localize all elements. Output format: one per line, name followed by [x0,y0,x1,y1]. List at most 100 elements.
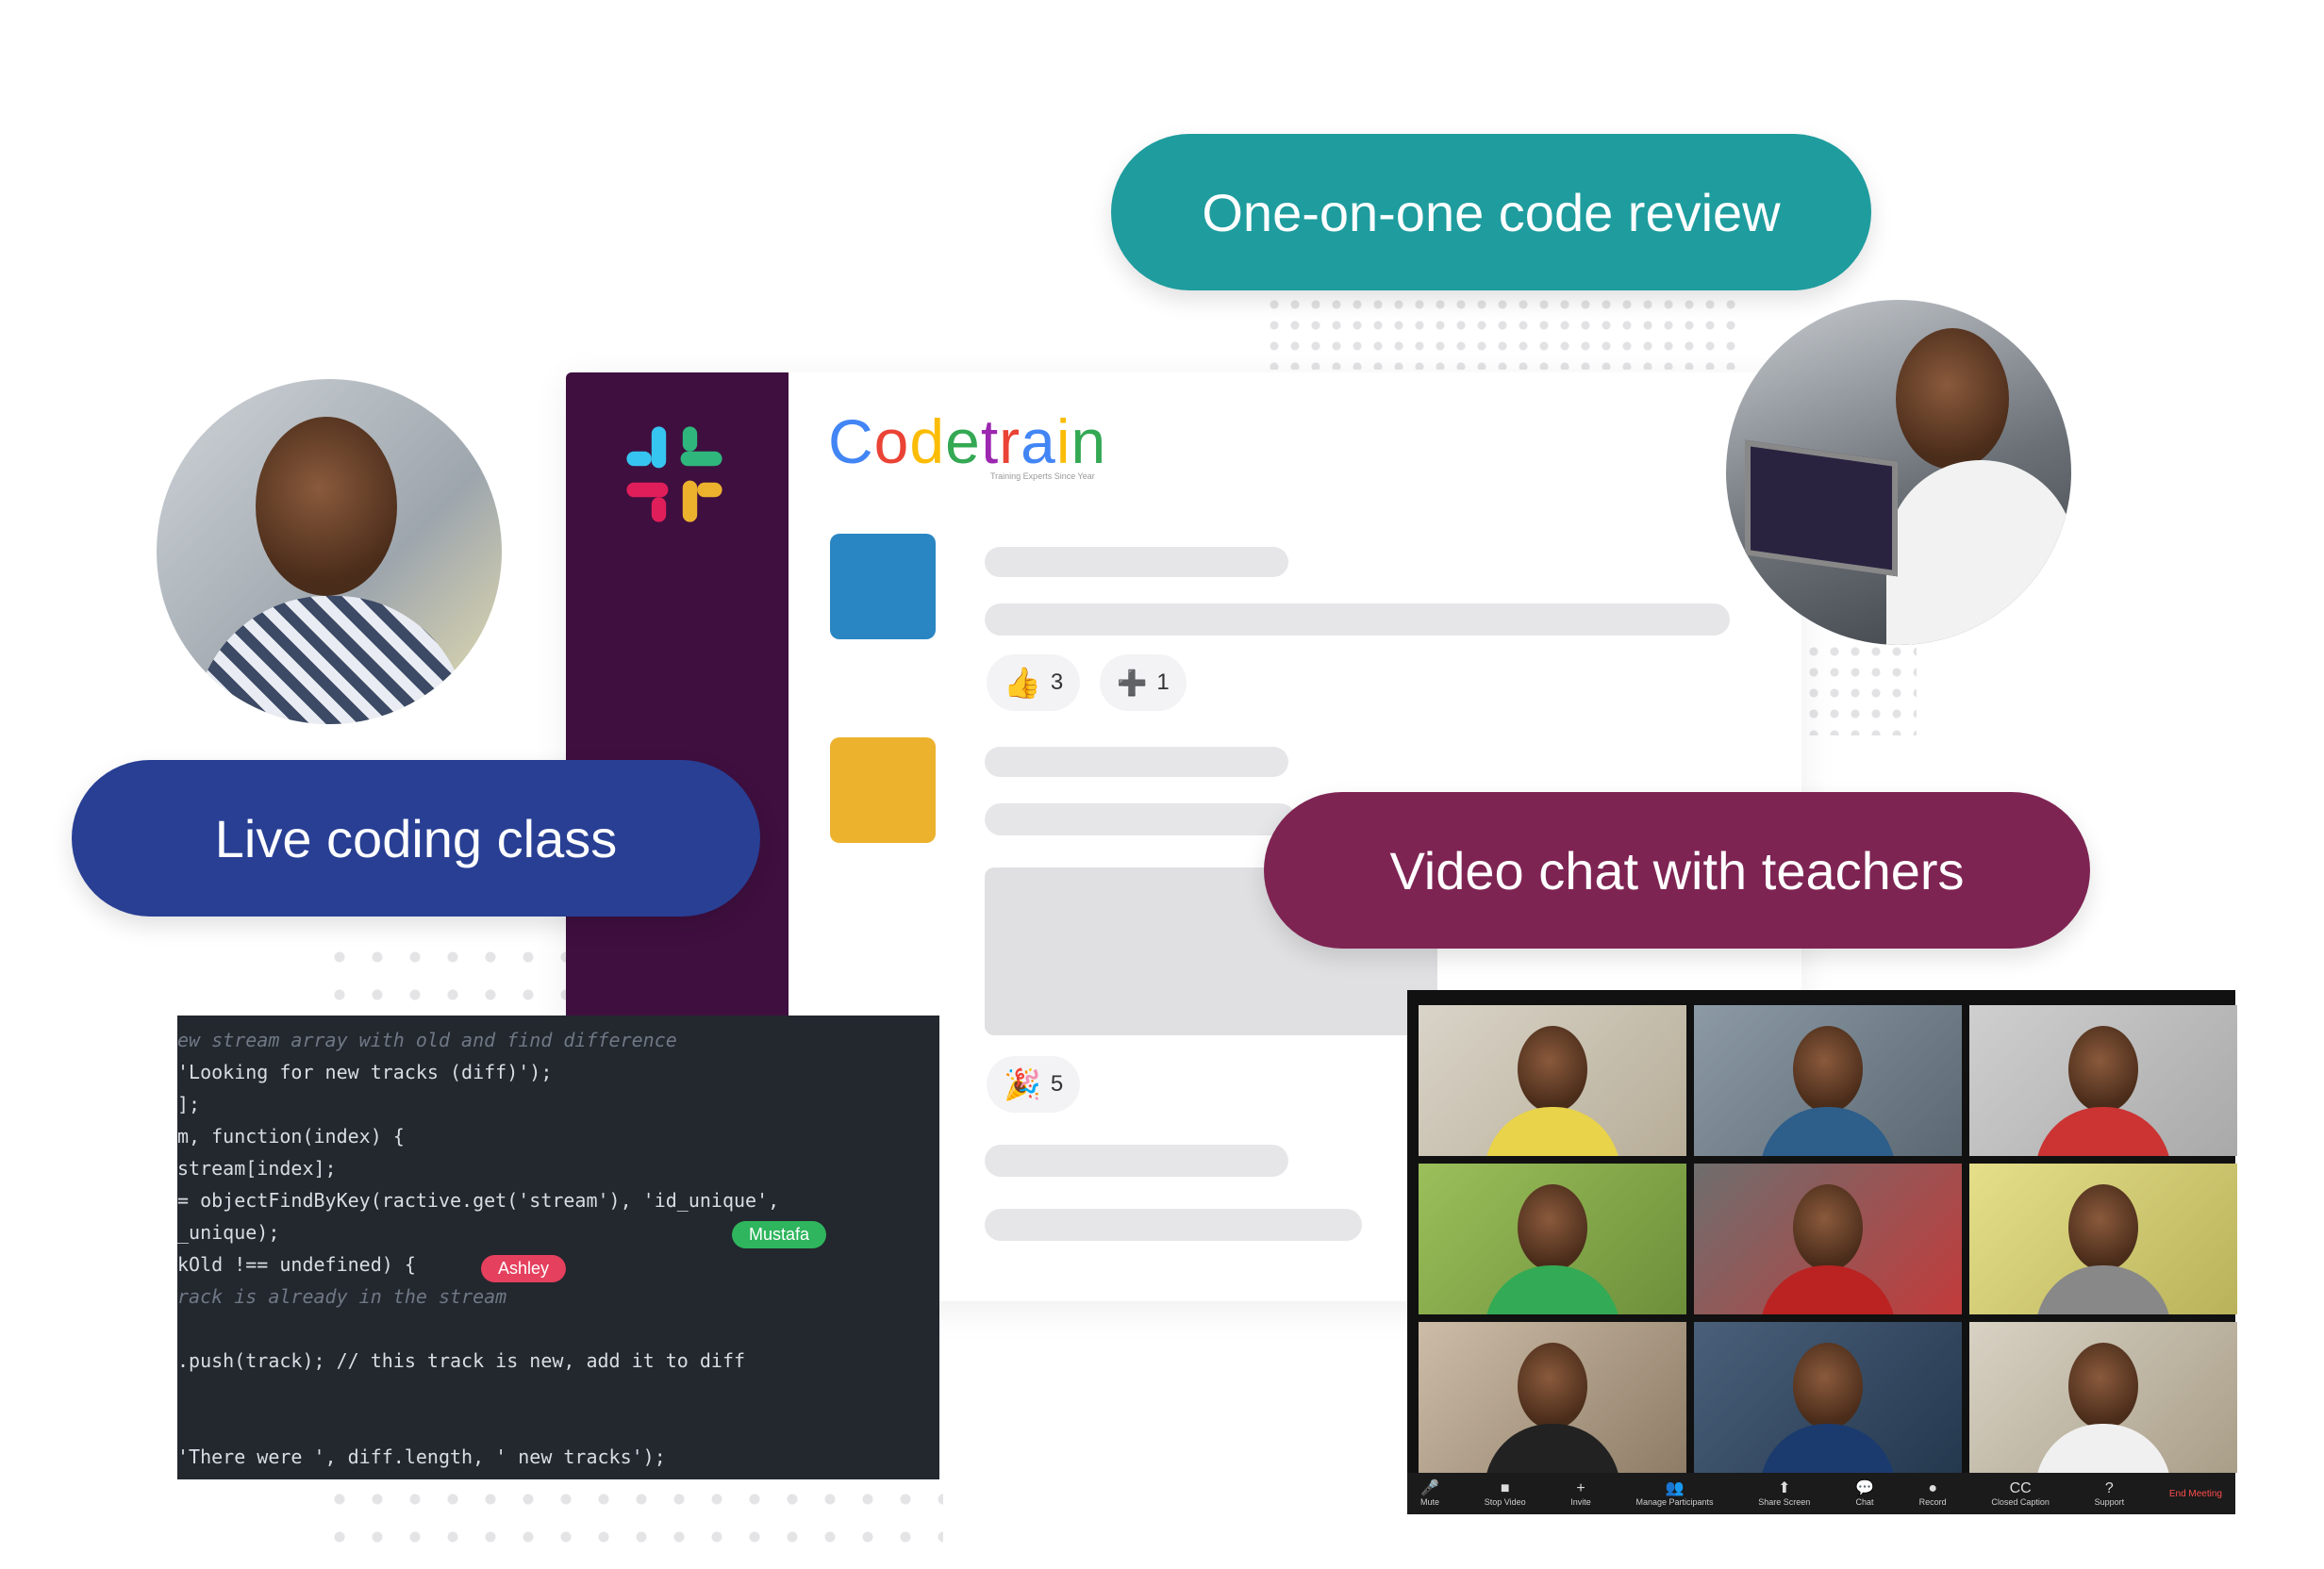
live-coding-pill: Live coding class [72,760,760,917]
message-text-placeholder [985,603,1730,636]
video-toolbar-label: Share Screen [1758,1497,1811,1507]
shirt-shape [1886,460,2071,645]
share-screen-icon: ⬆ [1778,1480,1791,1496]
brand-letter: n [1071,406,1107,476]
code-line: 'Looking for new tracks (diff)'); [177,1061,553,1083]
invite-icon: + [1576,1480,1585,1496]
participant-body [1760,1265,1896,1314]
reaction-thumbs-up[interactable]: 👍 3 [987,654,1081,711]
participant-body [1485,1265,1620,1314]
code-line: = objectFindByKey(ractive.get('stream'),… [177,1189,780,1212]
codetrain-tagline: Training Experts Since Year [990,471,1095,481]
brand-letter: i [1055,406,1071,476]
thumbs-up-icon: 👍 [1004,666,1041,700]
dot-pattern-bottom [321,1480,943,1565]
video-call-window: 🎤 Mute ■ Stop Video + Invite 👥 Manage Participa… [1407,990,2237,1514]
video-toolbar-button[interactable]: ⬆ Share Screen [1758,1480,1810,1507]
video-toolbar-button[interactable]: + Invite [1570,1480,1591,1507]
brand-letter: a [1021,406,1056,476]
participant-body [1485,1424,1620,1473]
participant-face [1793,1026,1863,1113]
video-toolbar-label: Record [1918,1497,1947,1507]
microphone-icon: 🎤 [1420,1480,1439,1496]
code-line: ]; [177,1093,201,1115]
video-toolbar-button[interactable]: CC Closed Caption [1991,1480,2050,1507]
student-photo [157,379,502,724]
code-line: ew stream array with old and find differ… [177,1029,677,1051]
slack-logo-icon [626,426,722,522]
message-author-placeholder [985,747,1288,777]
plus-icon: ➕ [1117,668,1148,697]
message-avatar [830,534,936,639]
code-line: 'There were ', diff.length, ' new tracks… [177,1445,666,1468]
dot-pattern-right [1803,641,1917,735]
participant-body [2035,1424,2171,1473]
face-shape [256,417,397,596]
code-review-pill: One-on-one code review [1111,134,1871,290]
record-icon: ● [1928,1480,1937,1496]
video-participant-tile [1419,1322,1686,1473]
participant-body [1760,1107,1896,1156]
video-participant-tile [1969,1322,2237,1473]
participant-face [1518,1184,1587,1271]
reaction-party[interactable]: 🎉 5 [987,1056,1081,1113]
brand-letter: t [980,406,1000,476]
video-chat-pill: Video chat with teachers [1264,792,2090,949]
laptop-shape [1745,439,1898,577]
end-meeting-button[interactable]: End Meeting [2169,1489,2222,1499]
message-text-placeholder [985,1209,1362,1241]
video-toolbar-button[interactable]: 🎤 Mute [1420,1480,1439,1507]
video-participant-tile [1694,1005,1962,1156]
code-line: rack is already in the stream [177,1285,507,1308]
video-toolbar-button[interactable]: ? Support [2095,1480,2125,1507]
brand-letter: r [999,406,1021,476]
collaborator-cursor-tag: Ashley [481,1255,567,1282]
participant-body [1760,1424,1896,1473]
video-call-toolbar: 🎤 Mute ■ Stop Video + Invite 👥 Manage Participa… [1407,1473,2235,1514]
message-text-placeholder [985,1145,1288,1177]
code-line: kOld !== undefined) { [177,1253,416,1276]
reaction-count: 3 [1050,669,1064,695]
camera-icon: ■ [1500,1480,1510,1496]
message-author-placeholder [985,547,1288,577]
brand-letter: o [873,406,910,476]
closed-caption-icon: CC [2009,1480,2032,1496]
video-toolbar-label: Chat [1855,1497,1874,1507]
chat-icon: 💬 [1855,1480,1874,1496]
brand-letter: d [909,406,946,476]
participant-face [2068,1343,2138,1429]
face-shape [1896,328,2009,470]
code-line: .push(track); // this track is new, add … [177,1349,746,1372]
dot-pattern-left [321,938,585,1023]
video-toolbar-label: Invite [1570,1497,1591,1507]
support-icon: ? [2104,1480,2114,1496]
party-popper-icon: 🎉 [1004,1067,1041,1101]
video-toolbar-label: Closed Caption [1991,1497,2050,1507]
video-toolbar-button[interactable]: ● Record [1919,1480,1947,1507]
reviewer-photo [1726,300,2071,645]
message-avatar [830,737,936,843]
reaction-plus[interactable]: ➕ 1 [1100,654,1187,711]
video-toolbar-label: Mute [1420,1497,1440,1507]
code-line: m, function(index) { [177,1125,405,1148]
participant-face [2068,1184,2138,1271]
participants-icon: 👥 [1665,1480,1685,1496]
participant-body [2035,1265,2171,1314]
message-text-placeholder [985,803,1296,835]
video-toolbar-button[interactable]: 👥 Manage Participants [1636,1480,1714,1507]
codetrain-logo: Codetrain [828,405,1106,477]
dot-pattern-top [1264,294,1735,370]
brand-letter: C [828,406,874,476]
code-editor: ew stream array with old and find differ… [177,1016,939,1479]
video-toolbar-button[interactable]: 💬 Chat [1855,1480,1874,1507]
reaction-count: 5 [1050,1071,1064,1097]
video-participant-tile [1694,1164,1962,1314]
video-toolbar-button[interactable]: ■ Stop Video [1485,1480,1526,1507]
participant-face [1793,1184,1863,1271]
participant-face [2068,1026,2138,1113]
participant-face [1518,1026,1587,1113]
shirt-shape [194,596,468,724]
video-participant-tile [1694,1322,1962,1473]
video-toolbar-label: Manage Participants [1635,1497,1714,1507]
participant-face [1518,1343,1587,1429]
